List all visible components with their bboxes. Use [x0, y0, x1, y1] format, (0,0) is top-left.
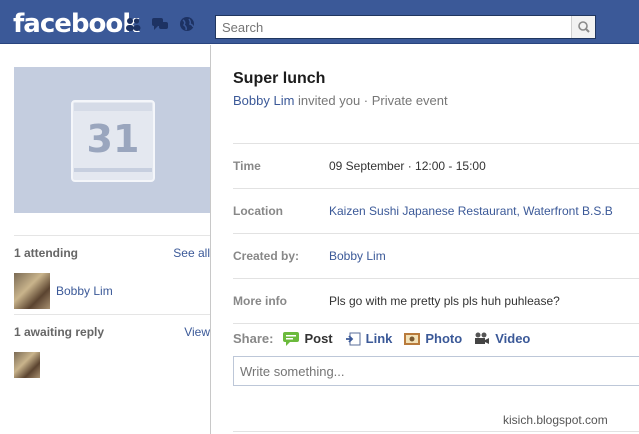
notifications-globe-icon[interactable] — [178, 16, 196, 32]
left-column: 31 1 attending See all Bobby Lim 1 await… — [0, 45, 210, 434]
link-tab[interactable]: Link — [345, 331, 393, 346]
event-title: Super lunch — [233, 70, 326, 87]
view-link[interactable]: View — [184, 325, 210, 339]
share-bar: Share: Post Link Photo Video — [233, 323, 639, 353]
avatar[interactable] — [14, 273, 50, 309]
host-link[interactable]: Bobby Lim — [233, 93, 294, 108]
photo-tab[interactable]: Photo — [404, 331, 462, 346]
post-icon — [283, 331, 300, 346]
share-label: Share: — [233, 331, 274, 346]
created-by-row: Created by: Bobby Lim — [233, 233, 639, 278]
video-label: Video — [495, 331, 531, 346]
event-picture[interactable]: 31 — [14, 67, 210, 213]
time-label: Time — [233, 159, 261, 173]
attending-section: 1 attending See all Bobby Lim — [14, 235, 210, 309]
location-label: Location — [233, 204, 283, 218]
video-icon — [475, 332, 490, 344]
awaiting-person — [14, 352, 210, 378]
event-main: Super lunch Bobby Lim invited you · Priv… — [211, 45, 639, 434]
awaiting-heading: 1 awaiting reply — [14, 325, 105, 339]
video-tab[interactable]: Video — [474, 331, 530, 346]
more-info-value: Pls go with me pretty pls pls huh puhlea… — [329, 294, 560, 308]
created-by-label: Created by: — [233, 249, 300, 263]
attendee-name[interactable]: Bobby Lim — [56, 284, 113, 298]
photo-label: Photo — [425, 331, 463, 346]
photo-icon — [404, 332, 421, 345]
more-info-row: More info Pls go with me pretty pls pls … — [233, 278, 639, 323]
search-input[interactable] — [216, 16, 566, 38]
search-box — [215, 15, 596, 39]
messages-icon[interactable] — [151, 16, 169, 32]
link-label: Link — [365, 331, 393, 346]
calendar-day: 31 — [86, 117, 140, 161]
invite-text: invited you · Private event — [298, 93, 448, 108]
event-subtitle: Bobby Lim invited you · Private event — [233, 93, 448, 108]
facebook-logo[interactable]: facebook — [13, 9, 140, 39]
time-row: Time 09 September · 12:00 - 15:00 — [233, 143, 639, 188]
post-label: Post — [304, 331, 333, 346]
search-icon — [578, 21, 590, 33]
composer — [233, 356, 639, 386]
awaiting-section: 1 awaiting reply View — [14, 314, 210, 378]
avatar[interactable] — [14, 352, 40, 378]
time-value: 09 September · 12:00 - 15:00 — [329, 159, 486, 173]
friend-requests-icon[interactable] — [124, 16, 142, 32]
divider-line — [233, 431, 639, 432]
attending-heading: 1 attending — [14, 246, 79, 260]
watermark: kisich.blogspot.com — [503, 413, 608, 427]
see-all-link[interactable]: See all — [173, 246, 210, 260]
attendee: Bobby Lim — [14, 273, 210, 309]
write-something-input[interactable] — [234, 357, 639, 385]
search-button[interactable] — [571, 16, 595, 38]
location-row: Location Kaizen Sushi Japanese Restauran… — [233, 188, 639, 233]
top-bar: facebook — [0, 0, 639, 44]
link-icon — [345, 332, 361, 345]
location-link[interactable]: Kaizen Sushi Japanese Restaurant, Waterf… — [329, 204, 613, 218]
more-info-label: More info — [233, 294, 287, 308]
post-tab[interactable]: Post — [283, 331, 333, 346]
creator-link[interactable]: Bobby Lim — [329, 249, 386, 263]
